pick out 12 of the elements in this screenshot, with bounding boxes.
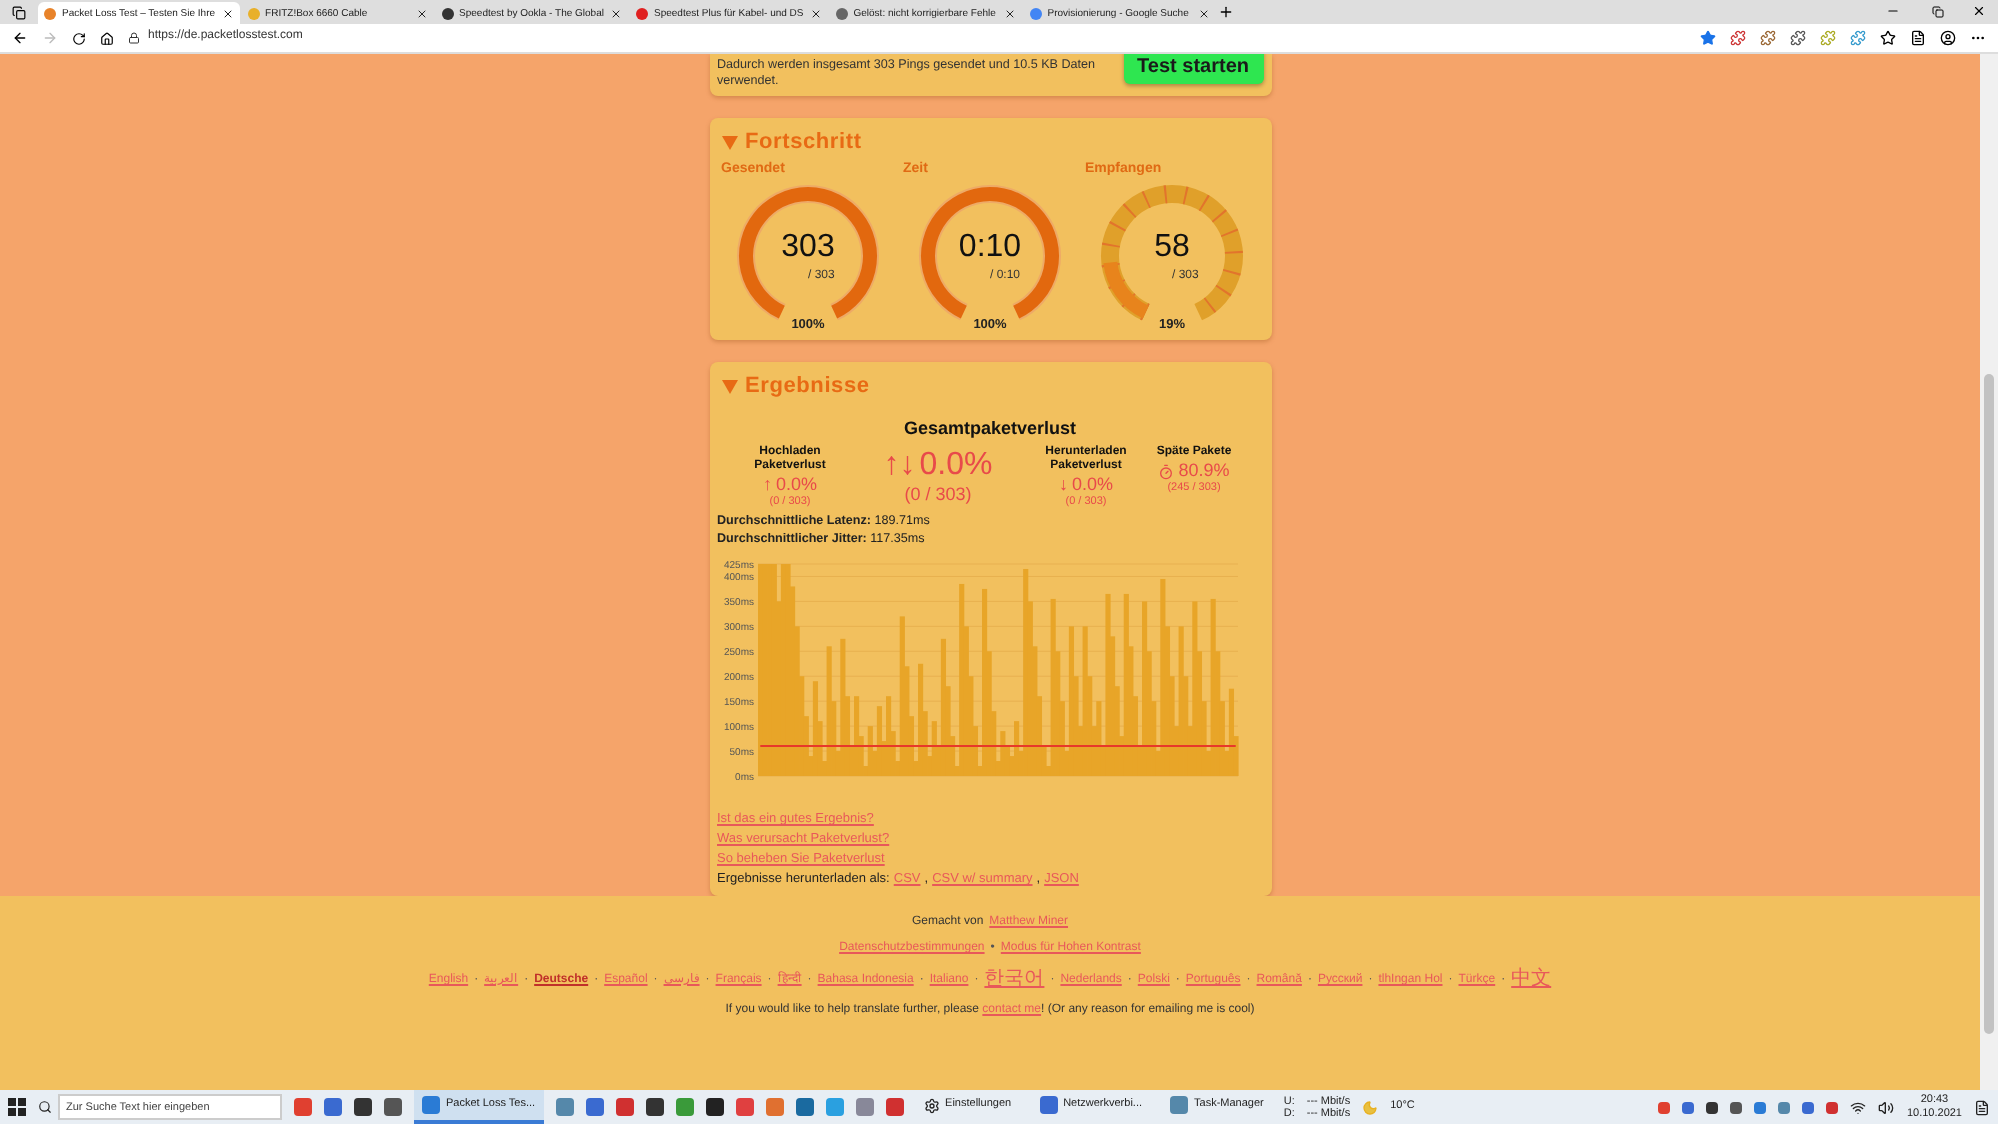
loss-value: 0.0% (1071, 474, 1113, 496)
gauge-value: 58 (1152, 228, 1192, 267)
arrow-icon: ↓ (1058, 474, 1068, 496)
total-loss-count: (0 / 303) (904, 484, 972, 507)
arrow-icon: ↑ (762, 474, 772, 496)
total-loss-value: 0.0% (919, 446, 993, 485)
up-down-arrows-icon: ↑↓ (883, 446, 916, 485)
total-loss-heading: Gesamtpaketverlust (903, 418, 1077, 438)
gauge-value: 303 (779, 228, 837, 267)
gauge-value: 0:10 (956, 228, 1024, 267)
loss-value: 0.0% (775, 474, 817, 496)
loss-value: 80.9% (1178, 460, 1230, 482)
